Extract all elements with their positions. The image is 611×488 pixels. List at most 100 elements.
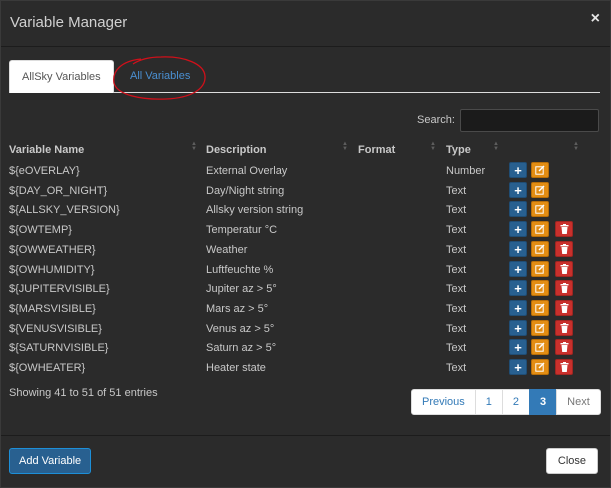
variable-name-cell: ${OWHEATER} — [9, 362, 86, 374]
variable-name-cell: ${eOVERLAY} — [9, 165, 80, 177]
table-row: ${DAY_OR_NIGHT} Day/Night string Text + — [1, 181, 610, 202]
add-row-button[interactable]: + — [509, 280, 527, 297]
trash-icon[interactable] — [555, 280, 573, 297]
add-variable-button[interactable]: Add Variable — [9, 448, 92, 474]
table-row: ${OWHEATER} Heater state Text + — [1, 359, 610, 379]
add-row-button[interactable]: + — [509, 339, 527, 356]
pagination-previous[interactable]: Previous — [411, 389, 476, 415]
table-row: ${MARSVISIBLE} Mars az > 5° Text + — [1, 299, 610, 320]
add-row-button[interactable]: + — [509, 162, 527, 178]
edit-icon[interactable] — [531, 221, 549, 238]
edit-icon[interactable] — [531, 181, 549, 198]
trash-icon[interactable] — [555, 339, 573, 356]
column-header-format[interactable]: Format — [358, 144, 395, 156]
tab-allsky-variables[interactable]: AllSky Variables — [9, 60, 114, 93]
modal-footer: Add Variable Close — [1, 435, 610, 487]
search-label: Search: — [417, 114, 455, 126]
description-cell: Venus az > 5° — [206, 322, 275, 335]
table-row: ${OWWEATHER} Weather Text + — [1, 240, 610, 261]
description-cell: Luftfeuchte % — [206, 263, 274, 276]
column-header-variable-name[interactable]: Variable Name — [9, 144, 84, 156]
variable-name-cell: ${VENUSVISIBLE} — [9, 322, 102, 335]
description-cell: Temperatur °C — [206, 224, 278, 237]
table-row: ${VENUSVISIBLE} Venus az > 5° Text + — [1, 319, 610, 340]
variable-name-cell: ${DAY_OR_NIGHT} — [9, 184, 108, 197]
add-row-button[interactable]: + — [509, 181, 527, 198]
type-cell: Text — [446, 224, 467, 237]
trash-icon[interactable] — [555, 359, 573, 375]
add-row-button[interactable]: + — [509, 319, 527, 336]
type-cell: Number — [446, 165, 486, 177]
pagination-page-1[interactable]: 1 — [474, 389, 503, 415]
type-cell: Text — [446, 342, 467, 355]
trash-icon[interactable] — [555, 299, 573, 316]
edit-icon[interactable] — [531, 299, 549, 316]
variable-name-cell: ${OWWEATHER} — [9, 243, 96, 256]
sort-icon: ▲ ▼ — [342, 141, 348, 152]
edit-icon[interactable] — [531, 260, 549, 277]
variable-name-cell: ${JUPITERVISIBLE} — [9, 283, 110, 296]
table-row: ${ALLSKY_VERSION} Allsky version string Te… — [1, 201, 610, 221]
sort-icon: ▲ ▼ — [573, 141, 579, 152]
variable-manager-modal: Variable Manager × AllSky Variables All … — [0, 0, 611, 488]
edit-icon[interactable] — [531, 319, 549, 336]
table-row: ${JUPITERVISIBLE} Jupiter az > 5° Text + — [1, 280, 610, 300]
modal-header: Variable Manager × — [1, 1, 610, 47]
description-cell: Weather — [206, 243, 248, 256]
description-cell: External Overlay — [206, 165, 288, 177]
description-cell: Day/Night string — [206, 184, 285, 197]
type-cell: Text — [446, 184, 467, 197]
modal-title: Variable Manager — [10, 14, 128, 31]
search-input[interactable] — [460, 109, 599, 132]
trash-icon[interactable] — [555, 319, 573, 336]
add-row-button[interactable]: + — [509, 221, 527, 238]
edit-icon[interactable] — [531, 339, 549, 356]
variable-name-cell: ${SATURNVISIBLE} — [9, 342, 109, 355]
description-cell: Mars az > 5° — [206, 302, 269, 315]
type-cell: Text — [446, 263, 467, 276]
edit-icon[interactable] — [531, 240, 549, 257]
add-row-button[interactable]: + — [509, 260, 527, 277]
description-cell: Allsky version string — [206, 204, 304, 217]
edit-icon[interactable] — [531, 359, 549, 375]
type-cell: Text — [446, 362, 467, 374]
table-row: ${OWHUMIDITY} Luftfeuchte % Text + — [1, 260, 610, 281]
add-row-button[interactable]: + — [509, 299, 527, 316]
description-cell: Jupiter az > 5° — [206, 283, 277, 296]
tab-bar: AllSky Variables All Variables — [9, 60, 600, 93]
add-row-button[interactable]: + — [509, 240, 527, 257]
edit-icon[interactable] — [531, 280, 549, 297]
add-row-button[interactable]: + — [509, 201, 527, 218]
close-button[interactable]: Close — [545, 448, 598, 474]
column-header-description[interactable]: Description — [206, 144, 267, 156]
pagination-page-3[interactable]: 3 — [529, 389, 558, 415]
type-cell: Text — [446, 204, 467, 217]
pagination-next[interactable]: Next — [556, 389, 601, 415]
variable-name-cell: ${MARSVISIBLE} — [9, 302, 96, 315]
close-icon[interactable]: × — [591, 10, 600, 28]
table-row: ${eOVERLAY} External Overlay Number + — [1, 162, 610, 182]
add-row-button[interactable]: + — [509, 359, 527, 375]
description-cell: Saturn az > 5° — [206, 342, 277, 355]
sort-icon: ▲ ▼ — [430, 141, 436, 152]
table-row: ${SATURNVISIBLE} Saturn az > 5° Text + — [1, 339, 610, 359]
trash-icon[interactable] — [555, 260, 573, 277]
type-cell: Text — [446, 283, 467, 296]
red-circle-annotation — [113, 56, 206, 100]
type-cell: Text — [446, 302, 467, 315]
trash-icon[interactable] — [555, 221, 573, 238]
type-cell: Text — [446, 243, 467, 256]
edit-icon[interactable] — [531, 201, 549, 218]
sort-icon: ▲ ▼ — [191, 141, 197, 152]
variable-name-cell: ${ALLSKY_VERSION} — [9, 204, 120, 217]
sort-icon: ▲ ▼ — [493, 141, 499, 152]
edit-icon[interactable] — [531, 162, 549, 178]
variable-name-cell: ${OWTEMP} — [9, 224, 72, 237]
trash-icon[interactable] — [555, 240, 573, 257]
type-cell: Text — [446, 322, 467, 335]
description-cell: Heater state — [206, 362, 266, 374]
pagination-page-2[interactable]: 2 — [501, 389, 531, 415]
variable-name-cell: ${OWHUMIDITY} — [9, 263, 95, 276]
table-row: ${OWTEMP} Temperatur °C Text + — [1, 221, 610, 241]
column-header-type[interactable]: Type — [446, 144, 471, 156]
